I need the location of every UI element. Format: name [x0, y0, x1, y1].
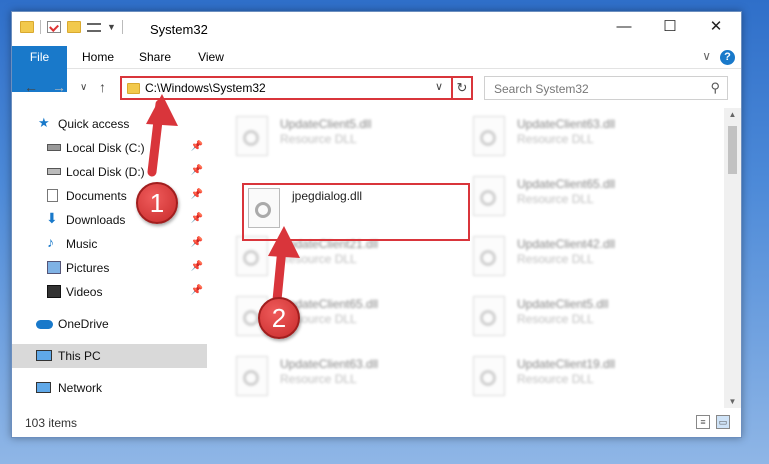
arrow-1-head: [146, 94, 178, 126]
annotation-arrows: [146, 94, 300, 305]
arrow-2-head: [268, 226, 300, 258]
step-1-badge: 1: [136, 182, 178, 224]
step-2-badge: 2: [258, 297, 300, 339]
